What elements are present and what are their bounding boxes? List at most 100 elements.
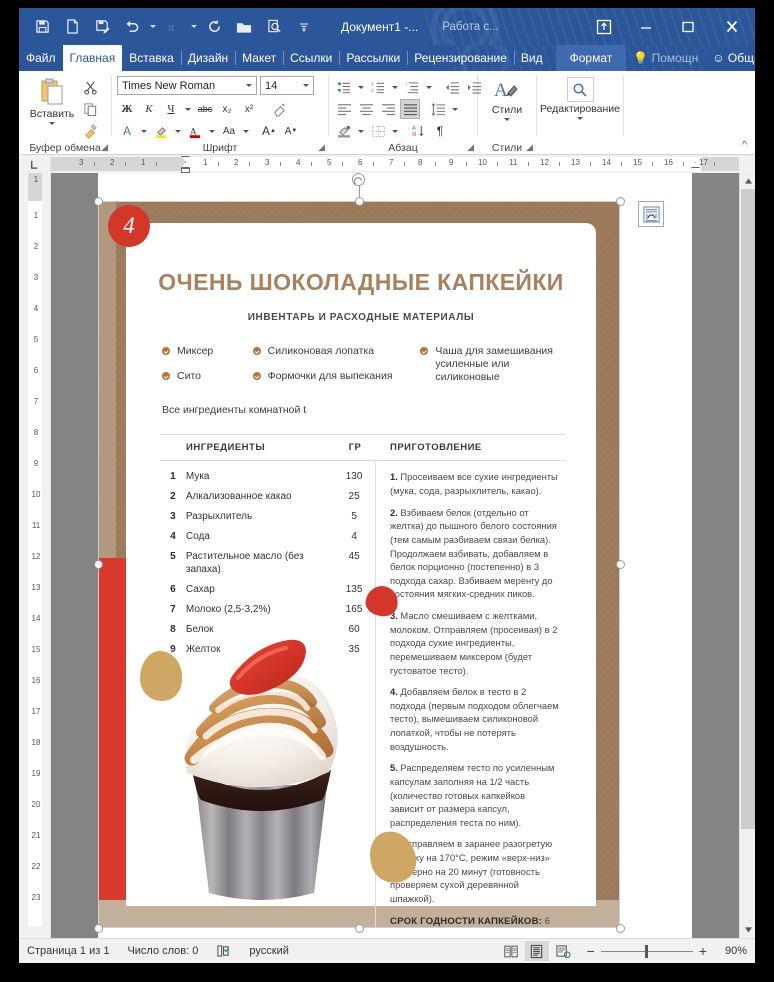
highlight-button[interactable] bbox=[151, 121, 171, 141]
tab-mailings[interactable]: Рассылки bbox=[339, 45, 407, 71]
collapse-ribbon-button[interactable]: ^ bbox=[742, 139, 747, 151]
vertical-scrollbar[interactable] bbox=[739, 173, 755, 938]
editing-caret-icon[interactable] bbox=[577, 117, 583, 120]
show-formatting-marks-button[interactable]: ¶ bbox=[430, 121, 450, 141]
change-case-button[interactable]: Aa bbox=[219, 121, 239, 141]
print-layout-button[interactable] bbox=[524, 941, 549, 961]
zoom-in-button[interactable]: + bbox=[699, 943, 707, 959]
grow-font-button[interactable]: A ▲ bbox=[259, 121, 279, 141]
paste-button[interactable]: Вставить bbox=[24, 75, 80, 125]
tab-insert[interactable]: Вставка bbox=[122, 45, 181, 71]
undo-icon[interactable] bbox=[117, 13, 147, 41]
bullets-caret-icon[interactable] bbox=[358, 85, 364, 89]
subscript-button[interactable]: x₂ bbox=[217, 99, 237, 119]
italic-button[interactable]: К bbox=[139, 99, 159, 119]
tab-design[interactable]: Дизайн bbox=[180, 45, 235, 71]
maximize-icon[interactable] bbox=[667, 8, 709, 45]
styles-dialog-launcher[interactable]: ◢ bbox=[526, 142, 533, 153]
bold-button[interactable]: Ж bbox=[117, 99, 137, 119]
word-count[interactable]: Число слов: 0 bbox=[127, 945, 198, 957]
tab-share[interactable]: ☺ Общий доступ bbox=[705, 45, 755, 71]
strikethrough-button[interactable]: abc bbox=[195, 99, 215, 119]
layout-options-button[interactable] bbox=[638, 201, 664, 227]
redo-dropdown-caret-icon[interactable] bbox=[188, 13, 199, 41]
zoom-slider-track[interactable] bbox=[600, 944, 693, 958]
tab-view[interactable]: Вид bbox=[513, 45, 550, 71]
clear-formatting-button[interactable] bbox=[269, 99, 289, 119]
tab-home[interactable]: Главная bbox=[62, 45, 123, 71]
resize-handle-top-right[interactable] bbox=[616, 197, 625, 206]
font-name-combo[interactable]: Times New Roman bbox=[117, 76, 257, 95]
cut-button[interactable] bbox=[80, 77, 100, 97]
shading-button[interactable] bbox=[334, 121, 354, 141]
vertical-ruler[interactable]: 1 1 2 3 4 5 6 7 8 9 10 11 12 13 14 15 16… bbox=[19, 173, 51, 938]
multilevel-list-button[interactable]: 1 bbox=[402, 77, 422, 97]
horizontal-ruler[interactable]: 3 2 1 1 2 3 4 5 6 7 8 9 10 11 12 13 14 1… bbox=[51, 155, 739, 173]
tab-review[interactable]: Рецензирование bbox=[407, 45, 514, 71]
font-dialog-launcher[interactable]: ◢ bbox=[318, 142, 325, 153]
page-indicator[interactable]: Страница 1 из 1 bbox=[27, 945, 109, 957]
new-document-icon[interactable] bbox=[57, 13, 87, 41]
align-center-button[interactable] bbox=[356, 99, 376, 119]
tab-format[interactable]: Формат bbox=[555, 45, 627, 71]
save-icon[interactable] bbox=[27, 13, 57, 41]
justify-button[interactable] bbox=[400, 99, 420, 119]
shrink-font-button[interactable]: A ▼ bbox=[281, 121, 301, 141]
resize-handle-middle-left[interactable] bbox=[94, 560, 103, 569]
tab-references[interactable]: Ссылки bbox=[283, 45, 339, 71]
borders-caret-icon[interactable] bbox=[392, 129, 398, 133]
line-spacing-button[interactable] bbox=[428, 99, 448, 119]
text-effects-button[interactable]: A bbox=[117, 121, 137, 141]
text-effects-caret-icon[interactable] bbox=[141, 129, 147, 133]
read-mode-button[interactable] bbox=[499, 941, 523, 961]
document-page[interactable]: ОЧЕНЬ ШОКОЛАДНЫЕ КАПКЕЙКИ ИНВЕНТАРЬ И РА… bbox=[94, 173, 692, 938]
ribbon-display-options-icon[interactable] bbox=[583, 8, 625, 45]
line-spacing-caret-icon[interactable] bbox=[452, 107, 458, 111]
scroll-up-arrow[interactable] bbox=[741, 174, 755, 188]
superscript-button[interactable]: x² bbox=[239, 99, 259, 119]
numbering-caret-icon[interactable] bbox=[392, 85, 398, 89]
editing-button[interactable]: Редактирование bbox=[540, 75, 620, 120]
resize-handle-top-left[interactable] bbox=[94, 197, 103, 206]
multilevel-caret-icon[interactable] bbox=[426, 85, 432, 89]
underline-button[interactable]: Ч bbox=[161, 99, 181, 119]
zoom-control[interactable]: − + 90% bbox=[587, 943, 747, 959]
copy-button[interactable] bbox=[80, 99, 100, 119]
open-folder-icon[interactable] bbox=[229, 13, 259, 41]
font-size-caret-icon[interactable] bbox=[303, 84, 309, 87]
repeat-icon[interactable] bbox=[199, 13, 229, 41]
format-painter-button[interactable] bbox=[80, 121, 100, 141]
proofing-status[interactable] bbox=[216, 944, 231, 958]
font-name-caret-icon[interactable] bbox=[246, 84, 252, 87]
borders-button[interactable] bbox=[368, 121, 388, 141]
rotation-handle[interactable] bbox=[352, 173, 365, 186]
zoom-out-button[interactable]: − bbox=[587, 943, 595, 959]
styles-caret-icon[interactable] bbox=[504, 118, 510, 121]
align-right-button[interactable] bbox=[378, 99, 398, 119]
resize-handle-top-center[interactable] bbox=[355, 197, 364, 206]
save-as-icon[interactable] bbox=[87, 13, 117, 41]
font-size-combo[interactable]: 14 bbox=[260, 76, 314, 95]
tab-file[interactable]: Файл bbox=[19, 45, 63, 71]
zoom-slider-thumb[interactable] bbox=[644, 944, 648, 958]
shading-caret-icon[interactable] bbox=[358, 129, 364, 133]
customize-qat-icon[interactable] bbox=[289, 13, 319, 41]
close-icon[interactable] bbox=[709, 8, 755, 45]
scrollbar-thumb[interactable] bbox=[741, 189, 755, 829]
resize-handle-bottom-right[interactable] bbox=[616, 924, 625, 933]
align-left-button[interactable] bbox=[334, 99, 354, 119]
underline-caret-icon[interactable] bbox=[185, 107, 191, 111]
scroll-down-arrow[interactable] bbox=[741, 923, 755, 937]
print-preview-icon[interactable] bbox=[259, 13, 289, 41]
document-canvas[interactable]: ОЧЕНЬ ШОКОЛАДНЫЕ КАПКЕЙКИ ИНВЕНТАРЬ И РА… bbox=[51, 173, 739, 938]
bullets-button[interactable] bbox=[334, 77, 354, 97]
numbering-button[interactable]: 12 bbox=[368, 77, 388, 97]
undo-dropdown-caret-icon[interactable] bbox=[147, 13, 158, 41]
change-case-caret-icon[interactable] bbox=[243, 129, 249, 133]
tab-layout[interactable]: Макет bbox=[235, 45, 283, 71]
paragraph-dialog-launcher[interactable]: ◢ bbox=[467, 142, 474, 153]
recipe-card-image[interactable]: ОЧЕНЬ ШОКОЛАДНЫЕ КАПКЕЙКИ ИНВЕНТАРЬ И РА… bbox=[98, 201, 620, 928]
resize-handle-middle-right[interactable] bbox=[616, 560, 625, 569]
highlight-caret-icon[interactable] bbox=[175, 129, 181, 133]
resize-handle-bottom-center[interactable] bbox=[355, 924, 364, 933]
